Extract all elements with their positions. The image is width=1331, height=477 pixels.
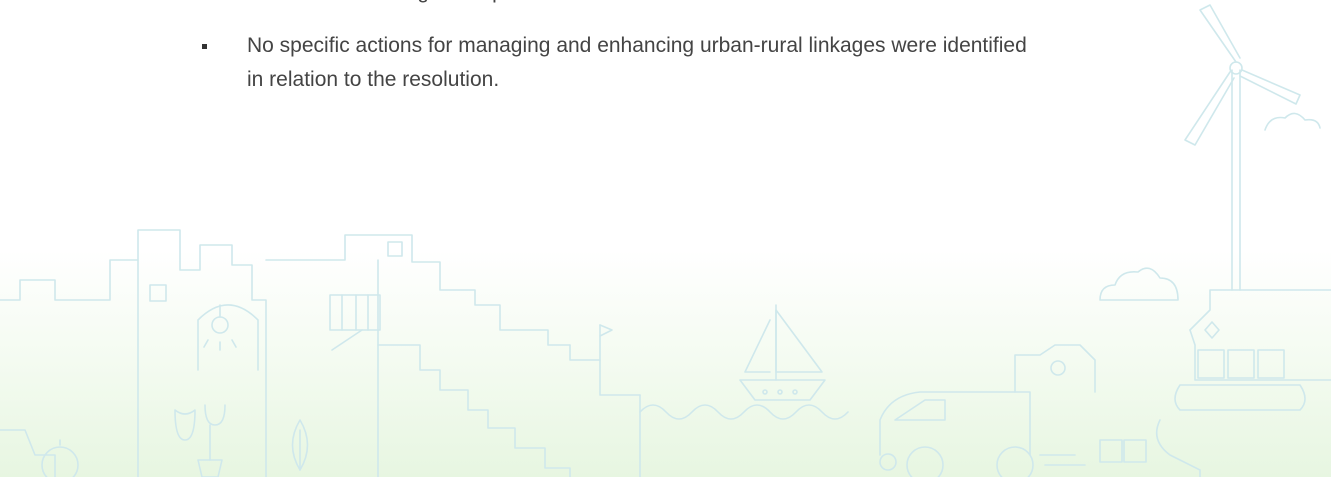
square-bullet-icon — [202, 44, 207, 49]
bullet-text-line: No specific actions for managing and enh… — [247, 34, 1027, 57]
list-item: Urban-Rural Linkages adopted in 2019. — [200, 0, 1200, 9]
bullet-text-line: Urban-Rural Linkages adopted in 2019. — [247, 0, 1200, 9]
bullet-text-line: in relation to the resolution. — [247, 68, 500, 91]
document-page: Urban-Rural Linkages adopted in 2019. No… — [0, 0, 1331, 477]
bullet-list: Urban-Rural Linkages adopted in 2019. No… — [200, 0, 1200, 117]
list-item: No specific actions for managing and enh… — [200, 29, 1200, 97]
